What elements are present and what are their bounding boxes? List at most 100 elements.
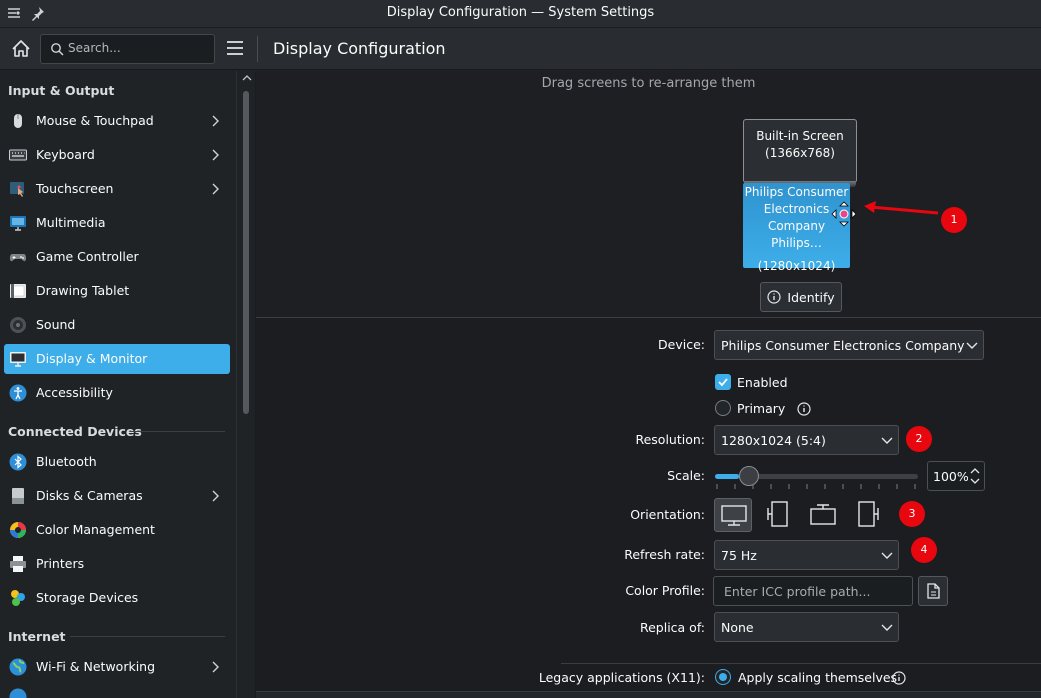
- sidebar-item-touchscreen[interactable]: Touchscreen: [4, 174, 230, 204]
- annotation-arrow-icon: [864, 201, 939, 215]
- chevron-right-icon: [212, 149, 219, 161]
- home-button[interactable]: [8, 36, 34, 62]
- refresh-rate-label: Refresh rate:: [624, 547, 705, 562]
- resolution-combobox[interactable]: 1280x1024 (5:4): [714, 425, 899, 455]
- annotation-marker-1: 1: [941, 207, 967, 233]
- sidebar-item-label: Touchscreen: [36, 181, 114, 196]
- checkmark-icon: [718, 378, 728, 387]
- color-profile-input[interactable]: [724, 584, 904, 599]
- info-icon[interactable]: [797, 402, 811, 416]
- spin-arrows-icon[interactable]: [968, 464, 982, 488]
- sidebar-item-label: Drawing Tablet: [36, 283, 130, 298]
- search-box[interactable]: [40, 34, 215, 64]
- storage-icon: [11, 590, 25, 606]
- scroll-up-icon[interactable]: [242, 74, 252, 82]
- footer-divider: [256, 691, 1041, 698]
- screen-builtin[interactable]: Built-in Screen (1366x768): [743, 119, 857, 187]
- section-header-input-output: Input & Output: [8, 82, 115, 98]
- section-divider: [70, 636, 225, 637]
- resolution-value: 1280x1024 (5:4): [721, 433, 826, 448]
- replica-combobox[interactable]: None: [714, 612, 899, 642]
- sidebar-item-storage-devices[interactable]: Storage Devices: [4, 583, 230, 613]
- legacy-scaling-radio[interactable]: [715, 669, 731, 685]
- color-profile-field[interactable]: [713, 576, 913, 606]
- scale-spinbox[interactable]: 100%: [927, 461, 985, 491]
- device-value: Philips Consumer Electronics Company Phi…: [721, 338, 965, 353]
- legacy-separator: [561, 663, 1041, 664]
- identify-label: Identify: [787, 289, 835, 305]
- sidebar-item-sound[interactable]: Sound: [4, 310, 230, 340]
- search-input[interactable]: [68, 41, 208, 55]
- sidebar-item-mouse-touchpad[interactable]: Mouse & Touchpad: [4, 106, 230, 136]
- sidebar-item-label: Game Controller: [36, 249, 139, 264]
- sidebar-item-bluetooth[interactable]: Bluetooth: [4, 447, 230, 477]
- tablet-icon: [10, 284, 26, 298]
- screen-resolution: (1280x1024): [757, 259, 836, 273]
- main-content: Drag screens to re-arrange them Built-in…: [256, 71, 1041, 698]
- sidebar-item-display-monitor[interactable]: Display & Monitor: [4, 344, 230, 374]
- speaker-icon: [10, 317, 26, 333]
- sidebar-item-printers[interactable]: Printers: [4, 549, 230, 579]
- color-wheel-icon: [10, 522, 26, 538]
- sidebar-item-label: Wi-Fi & Networking: [36, 659, 156, 674]
- touchscreen-icon: [10, 182, 24, 197]
- chevron-right-icon: [212, 115, 219, 127]
- orientation-portrait-right-button[interactable]: [849, 498, 887, 532]
- printer-icon: [10, 556, 26, 572]
- search-icon: [51, 43, 64, 56]
- sidebar-item-keyboard[interactable]: Keyboard: [4, 140, 230, 170]
- device-combobox[interactable]: Philips Consumer Electronics Company Phi…: [714, 330, 984, 360]
- scale-slider[interactable]: [715, 466, 920, 492]
- screen-name: Built-in Screen: [756, 129, 844, 143]
- primary-radio[interactable]: [715, 400, 731, 416]
- sidebar-item-label: Mouse & Touchpad: [36, 113, 154, 128]
- sidebar-item-game-controller[interactable]: Game Controller: [4, 242, 230, 272]
- section-header-connected-devices: Connected Devices: [8, 423, 142, 439]
- refresh-rate-combobox[interactable]: 75 Hz: [714, 540, 899, 570]
- screen-arrangement-area[interactable]: Drag screens to re-arrange them Built-in…: [256, 71, 1041, 318]
- sidebar-item-color-management[interactable]: Color Management: [4, 515, 230, 545]
- section-divider: [130, 431, 225, 432]
- sidebar-item-drawing-tablet[interactable]: Drawing Tablet: [4, 276, 230, 306]
- toolbar-separator: [257, 36, 258, 62]
- sidebar-scrollbar[interactable]: [236, 71, 256, 698]
- primary-label: Primary: [737, 401, 786, 416]
- annotation-marker-4: 4: [911, 537, 937, 563]
- refresh-rate-value: 75 Hz: [721, 548, 757, 563]
- identify-button[interactable]: Identify: [760, 282, 842, 312]
- gamepad-icon: [9, 254, 27, 262]
- enabled-checkbox[interactable]: [715, 374, 731, 390]
- chevron-down-icon: [881, 437, 893, 444]
- sidebar-item-multimedia[interactable]: Multimedia: [4, 208, 230, 238]
- sidebar-item-disks-cameras[interactable]: Disks & Cameras: [4, 481, 230, 511]
- hamburger-menu-button[interactable]: [224, 37, 246, 59]
- portrait-left-icon: [767, 501, 788, 527]
- keyboard-icon: [9, 149, 27, 161]
- info-icon[interactable]: [892, 671, 906, 685]
- scrollbar-thumb[interactable]: [243, 91, 249, 414]
- hamburger-icon: [227, 41, 243, 55]
- sidebar-item-label: Keyboard: [36, 147, 95, 162]
- orientation-landscape-button[interactable]: [714, 498, 752, 532]
- legacy-label: Legacy applications (X11):: [538, 670, 705, 685]
- device-label: Device:: [658, 337, 705, 352]
- page-title: Display Configuration: [273, 39, 446, 58]
- slider-fill: [715, 474, 739, 479]
- info-icon: [767, 290, 782, 304]
- annotation-marker-2: 2: [906, 426, 932, 452]
- sidebar-item-label: Color Management: [36, 522, 155, 537]
- resolution-label: Resolution:: [635, 432, 705, 447]
- browse-file-button[interactable]: [918, 576, 948, 606]
- title-bar: Display Configuration — System Settings: [0, 0, 1041, 28]
- sidebar-item-wifi-networking[interactable]: Wi-Fi & Networking: [4, 652, 230, 682]
- orientation-inverted-button[interactable]: [804, 498, 842, 532]
- sidebar-item-accessibility[interactable]: Accessibility: [4, 378, 230, 408]
- orientation-portrait-left-button[interactable]: [759, 498, 797, 532]
- sidebar-item-label: Disks & Cameras: [36, 488, 143, 503]
- bluetooth-icon: [9, 453, 27, 471]
- chevron-down-icon: [881, 552, 893, 559]
- sidebar-item-label: Sound: [36, 317, 76, 332]
- sidebar-item-label: Storage Devices: [36, 590, 139, 605]
- mouse-icon: [14, 114, 22, 128]
- enabled-label: Enabled: [737, 375, 788, 390]
